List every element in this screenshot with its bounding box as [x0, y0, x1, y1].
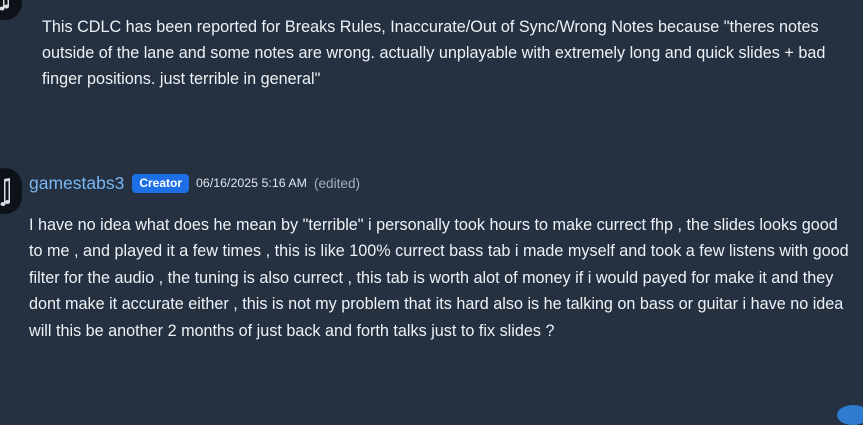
music-note-icon: [0, 0, 10, 11]
avatar[interactable]: [0, 0, 22, 20]
username-link[interactable]: gamestabs3: [29, 173, 124, 194]
corner-decoration: [837, 405, 863, 425]
edited-label: (edited): [313, 175, 361, 191]
avatar[interactable]: [0, 168, 22, 214]
music-note-icon: [0, 178, 11, 207]
report-message: This CDLC has been reported for Breaks R…: [42, 18, 826, 88]
comment-timestamp: 06/16/2025 5:16 AM: [196, 176, 307, 190]
creator-badge: Creator: [132, 173, 190, 193]
comment-body: I have no idea what does he mean by "ter…: [29, 216, 849, 340]
reply-comment: gamestabs3 Creator 06/16/2025 5:16 AM (e…: [0, 160, 863, 413]
report-comment: This CDLC has been reported for Breaks R…: [0, 0, 863, 110]
comment-meta: gamestabs3 Creator 06/16/2025 5:16 AM (e…: [29, 170, 360, 196]
